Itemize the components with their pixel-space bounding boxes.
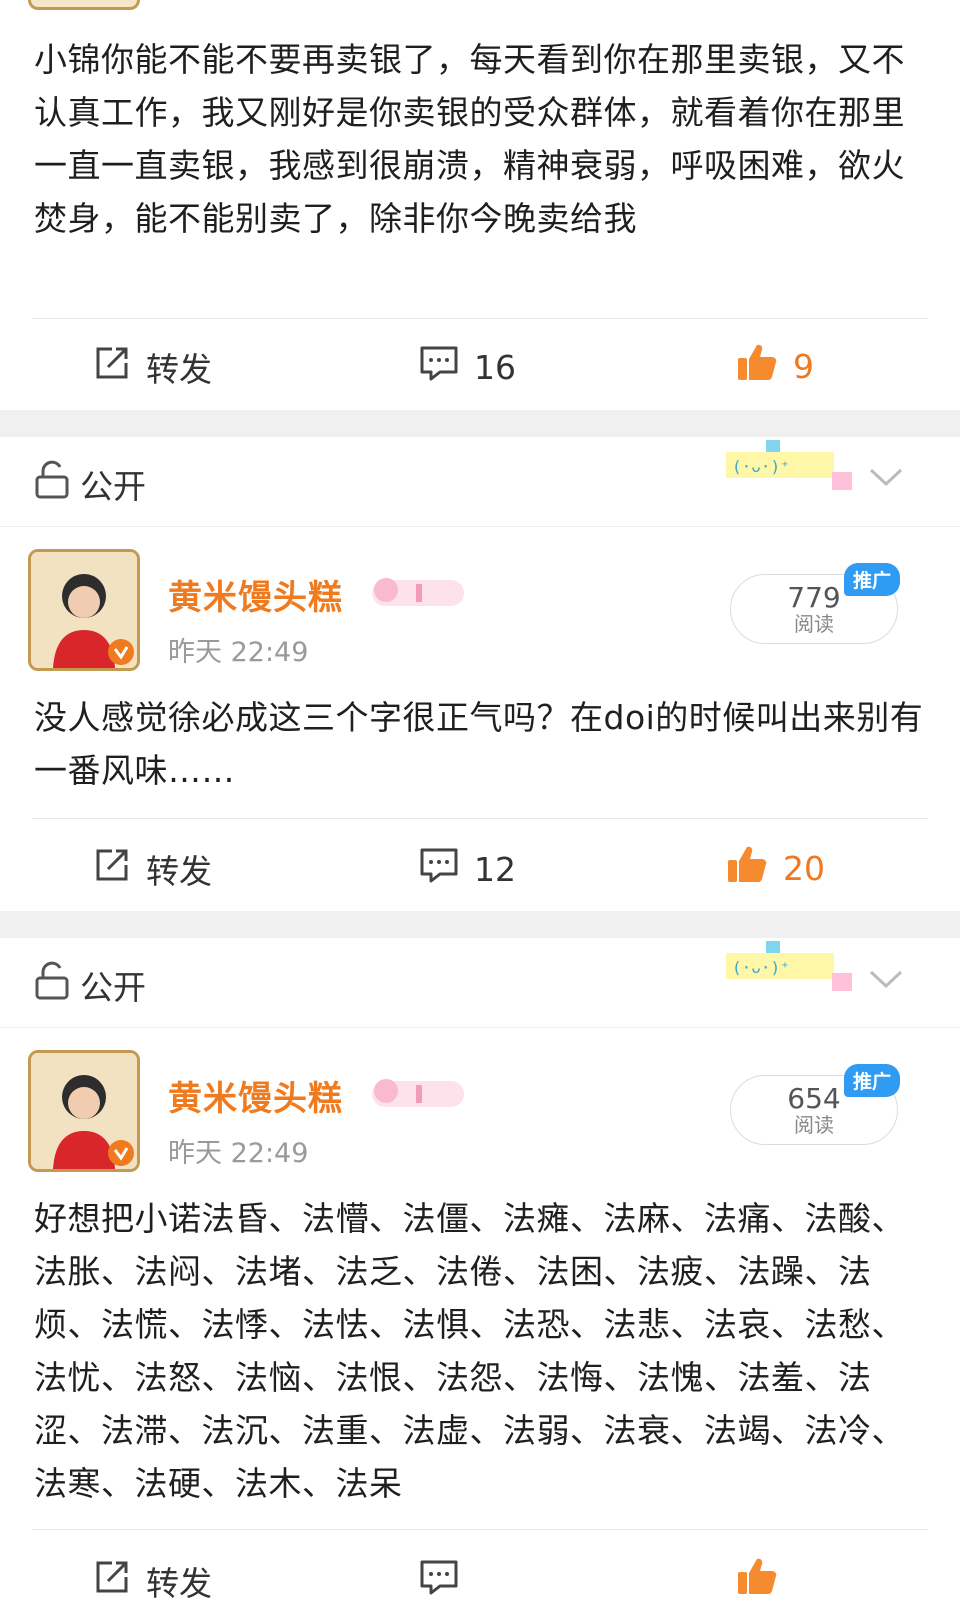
comment-icon: [418, 343, 460, 391]
visibility-indicator[interactable]: 公开: [34, 460, 146, 508]
post-body: 没人感觉徐必成这三个字很正气吗？在doi的时候叫出来别有一番风味……: [34, 698, 924, 790]
divider: [32, 1529, 928, 1530]
repost-icon: [92, 1557, 132, 1605]
promo-badge: 推广: [844, 1064, 901, 1097]
visibility-label: 公开: [80, 467, 146, 506]
promo-badge: 推广: [844, 563, 901, 596]
repost-label: 转发: [146, 350, 212, 389]
author-name[interactable]: 黄米馒头糕: [168, 570, 343, 619]
repost-button[interactable]: 转发: [92, 1557, 212, 1605]
like-icon: [735, 1554, 779, 1606]
like-button[interactable]: 9: [735, 340, 814, 392]
chevron-down-icon[interactable]: [868, 968, 904, 994]
lock-icon: [34, 961, 70, 1009]
avatar[interactable]: [28, 549, 140, 671]
like-icon: [735, 340, 779, 392]
svg-text:(·ᴗ·)⁺: (·ᴗ·)⁺: [732, 958, 790, 977]
comment-button[interactable]: 16: [418, 343, 516, 391]
repost-icon: [92, 343, 132, 391]
like-count: 9: [793, 346, 814, 386]
svg-text:(·ᴗ·)⁺: (·ᴗ·)⁺: [732, 457, 790, 476]
member-badge-icon: [370, 1075, 466, 1111]
repost-button[interactable]: 转发: [92, 845, 212, 893]
comment-icon: [418, 845, 460, 893]
read-label: 阅读: [794, 612, 834, 636]
post-separator: [0, 911, 960, 938]
repost-label: 转发: [146, 852, 212, 891]
divider: [32, 318, 928, 319]
divider: [0, 526, 960, 527]
repost-label: 转发: [146, 1564, 212, 1603]
like-button[interactable]: 20: [725, 842, 825, 894]
author-name[interactable]: 黄米馒头糕: [168, 1071, 343, 1120]
chevron-down-icon[interactable]: [868, 466, 904, 492]
repost-icon: [92, 845, 132, 893]
post-time: 昨天 22:49: [168, 637, 309, 668]
comment-count: 12: [474, 849, 516, 889]
post-body: 好想把小诺法昏、法懵、法僵、法瘫、法麻、法痛、法酸、法胀、法闷、法堵、法乏、法倦…: [34, 1199, 905, 1503]
like-icon: [725, 842, 769, 894]
comment-button[interactable]: 12: [418, 845, 516, 893]
pixel-sticker-decoration: (·ᴗ·)⁺: [720, 939, 860, 999]
comment-button[interactable]: [418, 1557, 474, 1605]
like-button[interactable]: [735, 1554, 793, 1606]
repost-button[interactable]: 转发: [92, 343, 212, 391]
post-1-avatar-partial: [28, 0, 140, 10]
post-body: 小锦你能不能不要再卖银了，每天看到你在那里卖银，又不认真工作，我又刚好是你卖银的…: [34, 40, 905, 238]
post-time: 昨天 22:49: [168, 1138, 309, 1169]
read-label: 阅读: [794, 1113, 834, 1137]
divider: [32, 818, 928, 819]
visibility-indicator[interactable]: 公开: [34, 961, 146, 1009]
post-separator: [0, 410, 960, 437]
avatar[interactable]: [28, 1050, 140, 1172]
comment-icon: [418, 1557, 460, 1605]
visibility-label: 公开: [80, 968, 146, 1007]
comment-count: 16: [474, 347, 516, 387]
member-badge-icon: [370, 574, 466, 610]
pixel-sticker-decoration: (·ᴗ·)⁺: [720, 438, 860, 498]
lock-icon: [34, 460, 70, 508]
like-count: 20: [783, 848, 825, 888]
divider: [0, 1027, 960, 1028]
